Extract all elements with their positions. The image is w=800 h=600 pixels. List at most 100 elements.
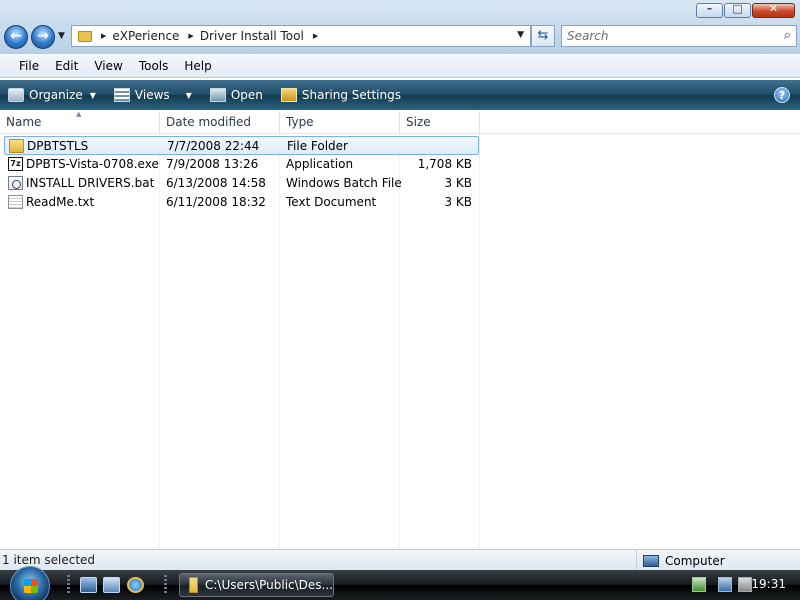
column-size-label: Size (406, 115, 431, 129)
organize-button[interactable]: Organize ▼ (8, 88, 96, 102)
computer-icon (643, 554, 659, 567)
views-icon (113, 88, 130, 102)
sharing-label: Sharing Settings (301, 88, 401, 102)
views-button[interactable]: Views ▼ (113, 88, 192, 102)
file-name: DPBTSTLS (27, 139, 89, 153)
location-label: Computer (665, 553, 725, 568)
organize-icon (8, 88, 24, 102)
refresh-icon: ⇆ (537, 28, 549, 43)
selection-status: 1 item selected (2, 553, 96, 567)
file-row-install-drivers-bat[interactable]: INSTALL DRIVERS.bat 6/13/2008 14:58 Wind… (4, 174, 479, 193)
breadcrumb-experience[interactable]: eXPerience (112, 29, 179, 43)
search-box[interactable]: ⌕ (561, 25, 797, 47)
file-date: 6/11/2008 18:32 (166, 195, 266, 209)
open-button[interactable]: Open (209, 88, 263, 102)
column-size[interactable]: Size (400, 111, 480, 134)
minimize-button[interactable]: – (696, 2, 723, 18)
maximize-button[interactable]: □ (724, 2, 751, 18)
taskbar: C:\Users\Public\Des... 19:31 (0, 566, 800, 600)
start-button[interactable] (10, 566, 50, 600)
column-headers: ▲ Name Date modified Type Size (0, 110, 800, 134)
forward-arrow-icon: → (37, 28, 49, 44)
file-type: Windows Batch File (286, 176, 402, 190)
file-type: Text Document (286, 195, 377, 209)
menu-edit[interactable]: Edit (47, 59, 86, 73)
maximize-icon: □ (732, 2, 743, 15)
column-type-label: Type (286, 115, 314, 129)
recent-pages-dropdown[interactable]: ▼ (58, 31, 65, 41)
refresh-button[interactable]: ⇆ (531, 25, 555, 47)
text-file-icon (8, 195, 23, 209)
safely-remove-hardware-icon[interactable] (692, 577, 706, 592)
file-size: 1,708 KB (417, 157, 472, 171)
volume-muted-icon[interactable] (738, 577, 752, 592)
column-date-modified[interactable]: Date modified (160, 111, 280, 134)
file-list[interactable]: DPBTSTLS 7/7/2008 22:44 File Folder 7z D… (0, 134, 800, 548)
breadcrumb-driver-install-tool[interactable]: Driver Install Tool (200, 29, 304, 43)
open-label: Open (230, 88, 263, 102)
toolbar-grip[interactable] (164, 575, 167, 595)
views-label: Views (134, 88, 170, 102)
column-date-label: Date modified (166, 115, 252, 129)
search-icon[interactable]: ⌕ (784, 28, 791, 43)
search-input[interactable] (567, 26, 767, 46)
menu-view[interactable]: View (86, 59, 130, 73)
sharing-icon (280, 88, 297, 102)
column-type[interactable]: Type (280, 111, 400, 134)
file-name: INSTALL DRIVERS.bat (26, 176, 155, 190)
address-bar[interactable]: ▶ eXPerience ▶ Driver Install Tool ▶ ▼ (71, 25, 531, 47)
column-name[interactable]: ▲ Name (0, 110, 160, 134)
file-name: ReadMe.txt (26, 195, 95, 209)
close-icon: ✕ (768, 2, 779, 15)
breadcrumb-arrow-icon[interactable]: ▶ (101, 32, 106, 40)
network-icon[interactable] (718, 577, 732, 592)
batch-file-icon (8, 176, 23, 190)
sort-ascending-icon: ▲ (76, 110, 82, 118)
command-bar: Organize ▼ Views ▼ Open Sharing Settings… (0, 80, 800, 110)
back-button[interactable]: ← (4, 25, 28, 49)
file-date: 7/9/2008 13:26 (166, 157, 259, 171)
sharing-settings-button[interactable]: Sharing Settings (280, 88, 401, 102)
forward-button[interactable]: → (31, 25, 55, 49)
status-bar: 1 item selected Computer (0, 549, 800, 571)
breadcrumb-arrow-icon[interactable]: ▶ (313, 32, 318, 40)
toolbar-grip[interactable] (67, 575, 70, 595)
organize-label: Organize (29, 88, 83, 102)
show-desktop-icon[interactable] (80, 577, 97, 593)
taskbar-window-title: C:\Users\Public\Des... (205, 578, 333, 592)
window-controls: – □ ✕ (696, 2, 795, 18)
back-arrow-icon: ← (10, 28, 22, 44)
7zip-icon: 7z (8, 157, 23, 171)
column-divider (479, 134, 480, 548)
location-zone: Computer (636, 550, 725, 571)
menu-bar: File Edit View Tools Help (0, 54, 800, 78)
file-row-dpbtstls[interactable]: DPBTSTLS 7/7/2008 22:44 File Folder (4, 136, 479, 155)
file-date: 6/13/2008 14:58 (166, 176, 266, 190)
file-size (407, 138, 473, 155)
file-name: DPBTS-Vista-0708.exe (26, 157, 159, 171)
column-name-label: Name (6, 115, 42, 129)
chevron-down-icon[interactable]: ▼ (186, 91, 192, 100)
close-button[interactable]: ✕ (752, 2, 795, 18)
chevron-down-icon: ▼ (58, 31, 65, 41)
breadcrumb-arrow-icon[interactable]: ▶ (188, 32, 193, 40)
open-icon (209, 88, 226, 102)
help-button[interactable]: ? (774, 87, 790, 103)
window-chrome: – □ ✕ ← → ▼ ▶ eXPerience ▶ Driver Instal… (0, 0, 800, 54)
help-icon: ? (778, 89, 786, 102)
chevron-down-icon: ▼ (89, 90, 96, 100)
file-size: 3 KB (444, 176, 472, 190)
menu-file[interactable]: File (11, 59, 47, 73)
file-row-readme-txt[interactable]: ReadMe.txt 6/11/2008 18:32 Text Document… (4, 193, 479, 212)
internet-explorer-icon[interactable] (127, 577, 144, 593)
menu-help[interactable]: Help (176, 59, 219, 73)
clock[interactable]: 19:31 (751, 577, 786, 591)
address-dropdown-icon[interactable]: ▼ (517, 30, 524, 40)
switch-windows-icon[interactable] (103, 577, 120, 593)
file-size: 3 KB (444, 195, 472, 209)
menu-tools[interactable]: Tools (131, 59, 177, 73)
taskbar-explorer-window[interactable]: C:\Users\Public\Des... (179, 573, 334, 597)
file-row-dpbts-vista-exe[interactable]: 7z DPBTS-Vista-0708.exe 7/9/2008 13:26 A… (4, 155, 479, 174)
folder-icon (78, 30, 92, 42)
folder-icon (9, 139, 24, 153)
